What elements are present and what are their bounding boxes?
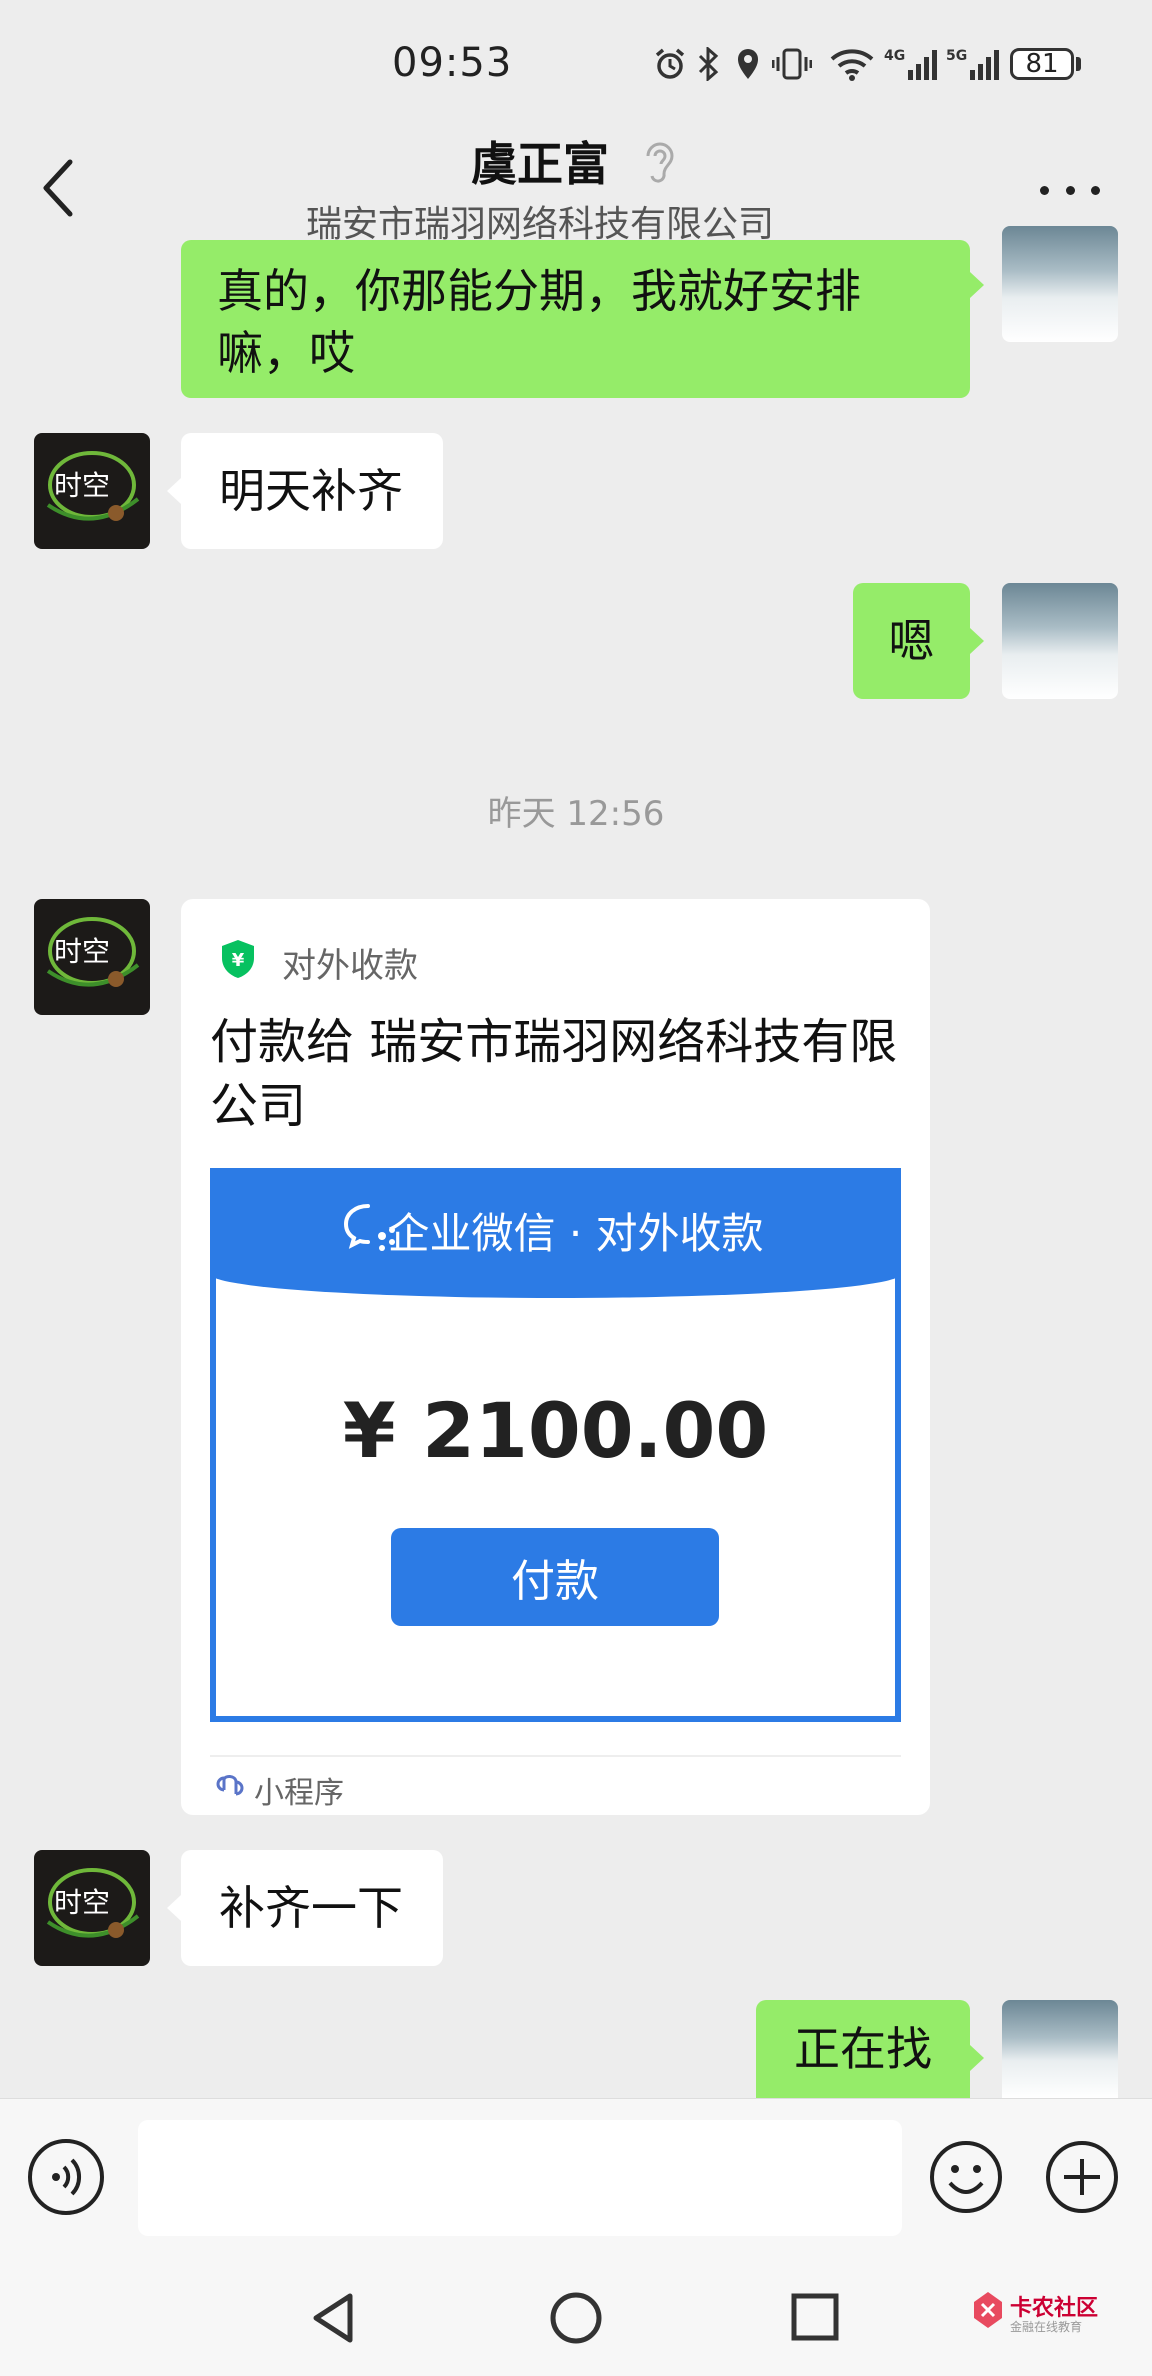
message-text: 嗯	[888, 614, 935, 668]
message-bubble-outgoing[interactable]: 真的，你那能分期，我就好安排嘛，哎	[181, 240, 970, 398]
message-text: 补齐一下	[219, 1881, 403, 1935]
message-text: 正在找	[794, 2022, 932, 2076]
location-icon	[734, 46, 762, 82]
timestamp: 昨天 12:56	[487, 794, 665, 834]
signal-icon: 4G	[884, 46, 940, 82]
wifi-icon	[830, 46, 874, 82]
ear-icon	[640, 138, 676, 186]
avatar[interactable]: 时空	[34, 433, 150, 549]
watermark-subtext: 金融在线教育	[1010, 2320, 1083, 2334]
svg-text:4G: 4G	[884, 48, 905, 64]
back-triangle-icon[interactable]	[306, 2290, 360, 2346]
shield-icon: ¥	[218, 938, 258, 980]
message-bubble-outgoing[interactable]: 正在找	[756, 2000, 970, 2098]
bubble-tail	[970, 628, 984, 654]
avatar[interactable]	[1002, 2000, 1118, 2098]
message-bubble-outgoing[interactable]: 嗯	[853, 583, 970, 699]
divider	[210, 1755, 901, 1757]
battery-tip	[1076, 57, 1081, 71]
pay-button[interactable]: 付款	[391, 1528, 719, 1626]
svg-text:5G: 5G	[946, 48, 967, 64]
card-label: 对外收款	[282, 946, 418, 986]
bubble-tail	[167, 1895, 181, 1921]
message-bubble-incoming[interactable]: 明天补齐	[181, 433, 443, 549]
bluetooth-icon	[694, 46, 722, 82]
avatar[interactable]: 时空	[34, 899, 150, 1015]
card-title: 付款给 瑞安市瑞羽网络科技有限公司	[210, 1014, 898, 1134]
battery-indicator: 81	[1010, 48, 1074, 80]
voice-icon[interactable]	[28, 2139, 104, 2215]
signal-5g-icon: 5G	[946, 46, 1002, 82]
message-text: 真的，你那能分期，我就好安排嘛，哎	[217, 264, 861, 380]
mini-program-label: 小程序	[254, 1776, 344, 1811]
emoji-icon[interactable]	[928, 2139, 1004, 2215]
avatar[interactable]	[1002, 226, 1118, 342]
home-circle-icon[interactable]	[548, 2290, 604, 2346]
more-dots-icon[interactable]	[1040, 180, 1100, 200]
logo-icon: 时空	[46, 917, 140, 987]
message-bubble-incoming[interactable]: 补齐一下	[181, 1850, 443, 1966]
svg-text:¥: ¥	[232, 950, 245, 971]
status-time: 09:53	[392, 40, 513, 86]
banner-text: 企业微信 · 对外收款	[387, 1209, 764, 1258]
vibrate-icon	[772, 46, 812, 82]
message-input[interactable]	[138, 2120, 902, 2236]
bubble-tail	[167, 478, 181, 504]
svg-text:时空: 时空	[54, 469, 110, 502]
avatar[interactable]	[1002, 583, 1118, 699]
svg-text:时空: 时空	[54, 935, 110, 968]
recents-square-icon[interactable]	[790, 2292, 840, 2342]
payment-amount: ¥ 2100.00	[342, 1386, 769, 1475]
alarm-icon	[652, 46, 688, 82]
logo-icon: 时空	[46, 451, 140, 521]
avatar[interactable]: 时空	[34, 1850, 150, 1966]
plus-icon[interactable]	[1044, 2139, 1120, 2215]
svg-text:时空: 时空	[54, 1886, 110, 1919]
mini-program-icon	[214, 1770, 246, 1802]
bubble-tail	[970, 272, 984, 298]
bubble-tail	[970, 2045, 984, 2071]
message-text: 明天补齐	[219, 464, 403, 518]
logo-icon: 时空	[46, 1868, 140, 1938]
chat-title: 虞正富	[471, 137, 609, 191]
watermark-logo-icon	[970, 2290, 1006, 2330]
